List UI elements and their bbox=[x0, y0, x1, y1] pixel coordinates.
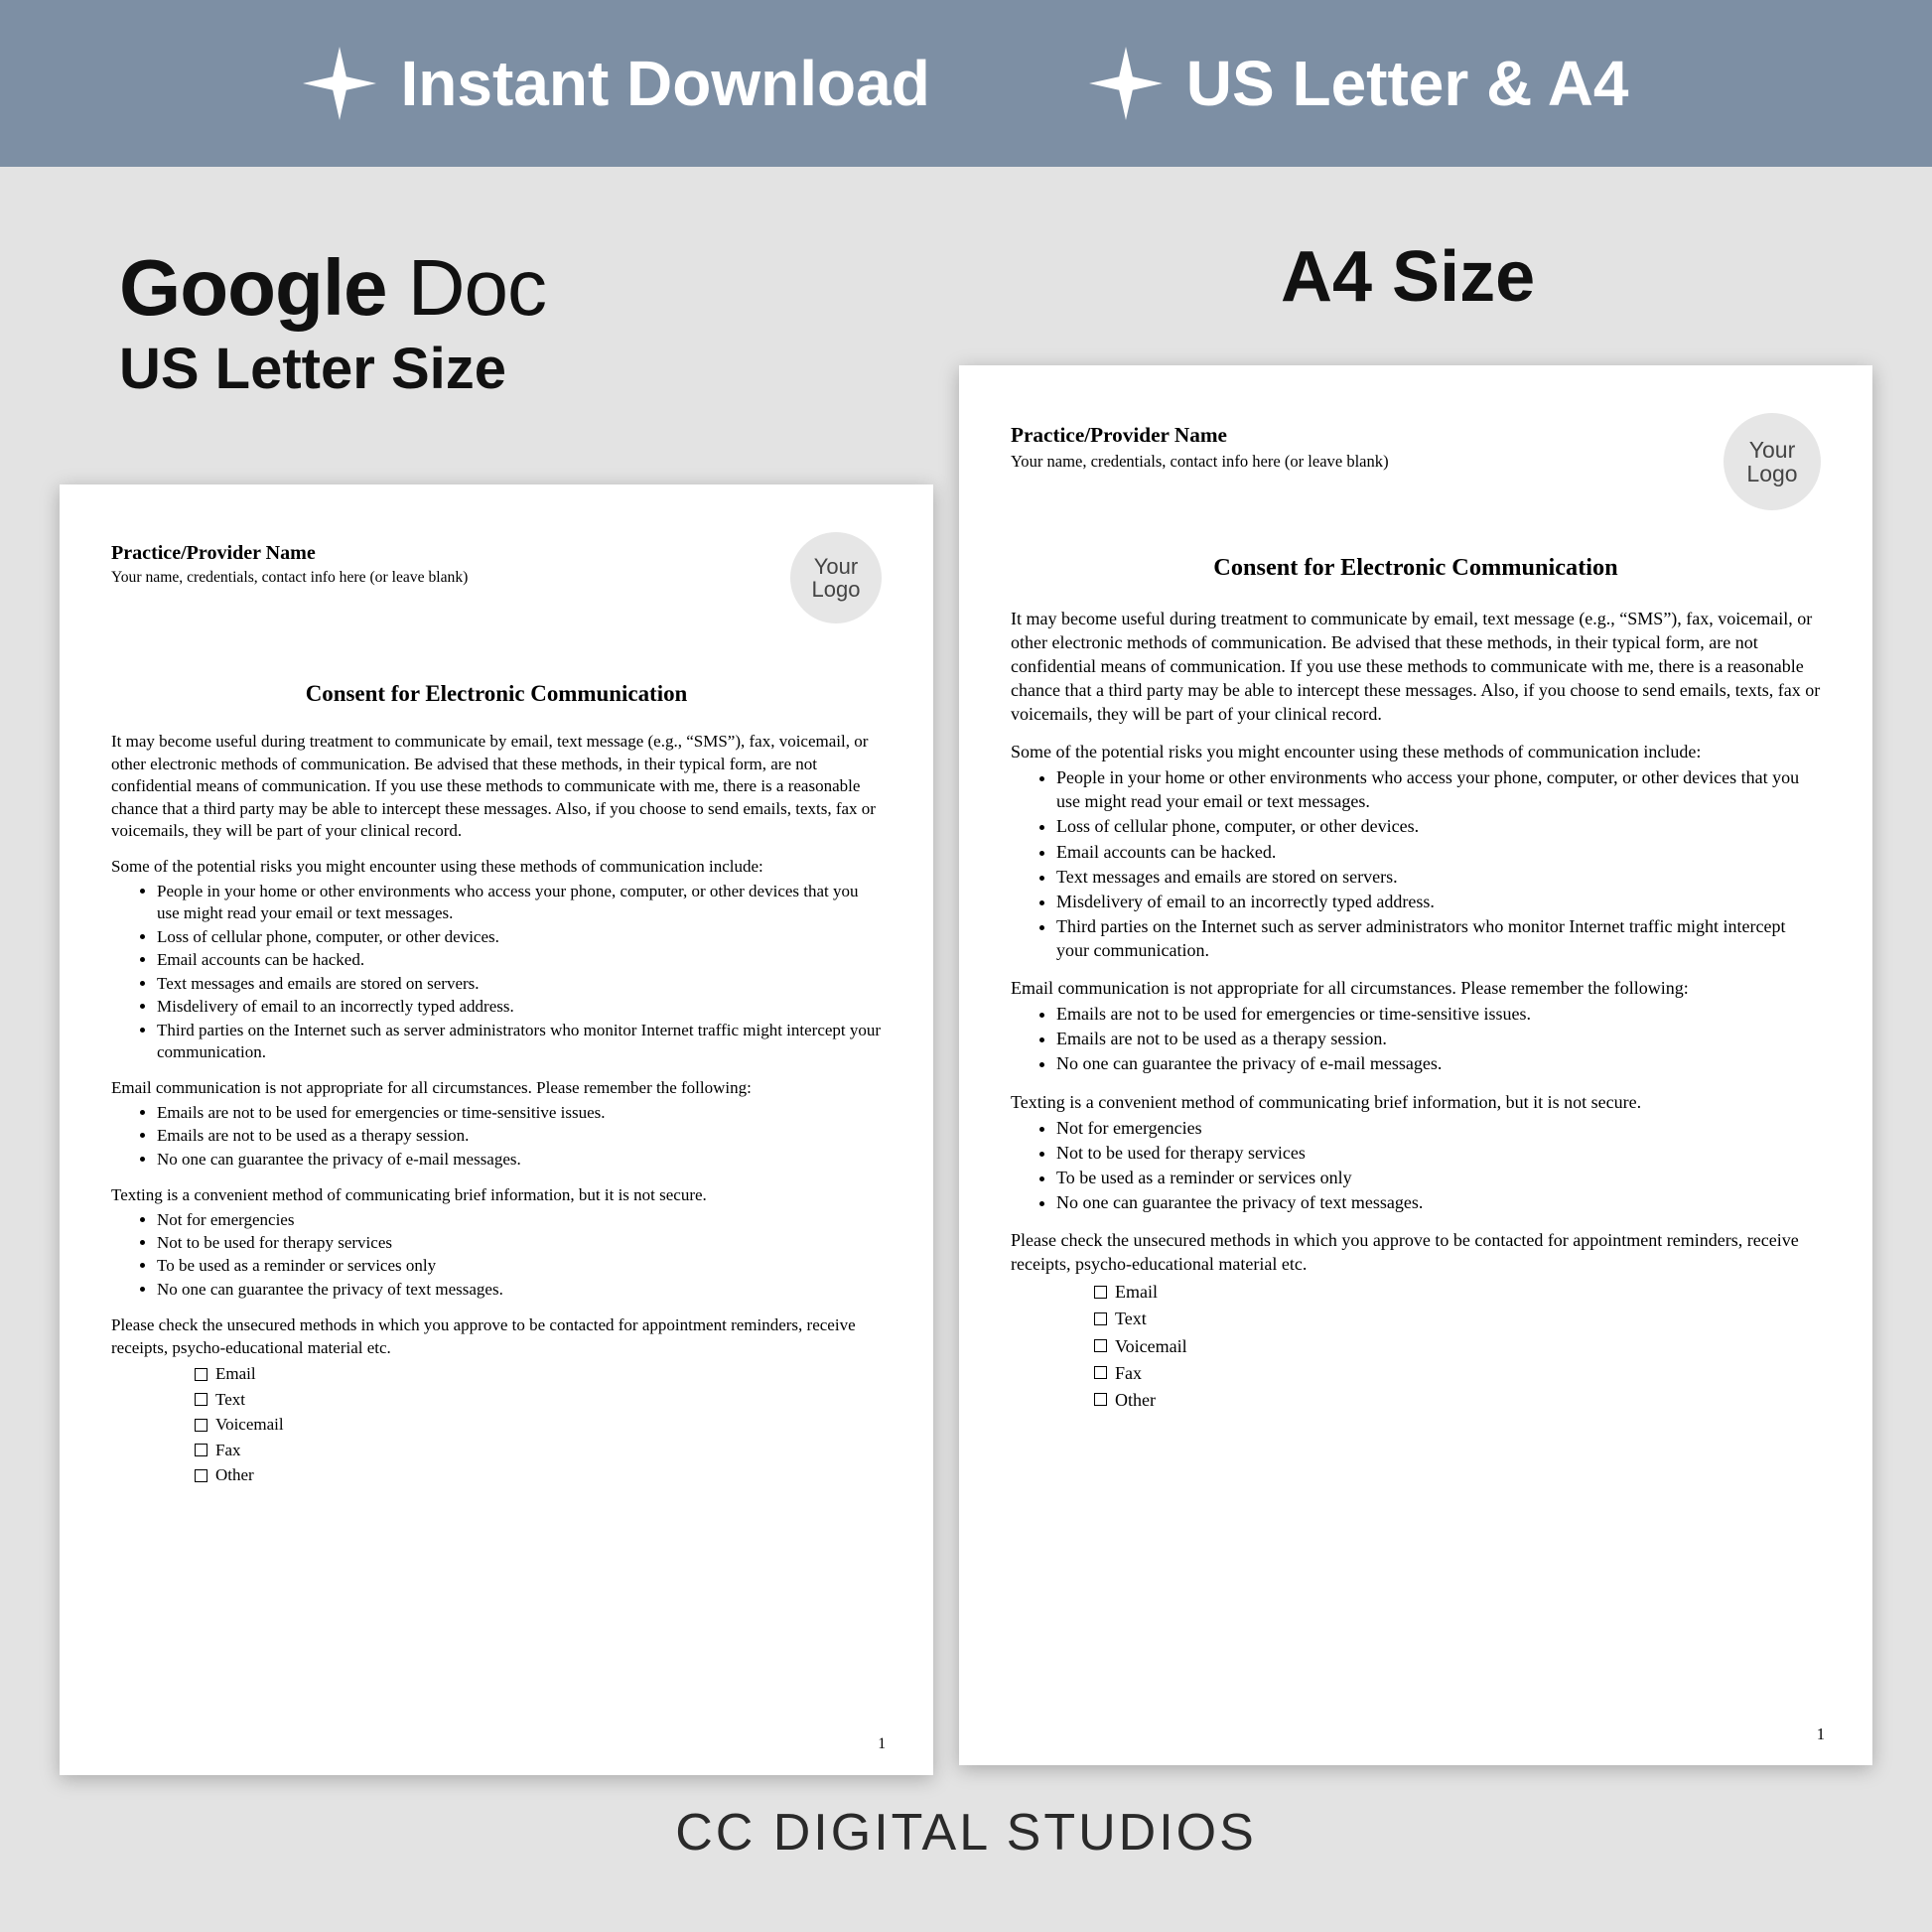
list-item: Not for emergencies bbox=[1056, 1116, 1821, 1140]
page-number: 1 bbox=[878, 1734, 886, 1755]
list-item: To be used as a reminder or services onl… bbox=[1056, 1166, 1821, 1189]
heading-google-light: Doc bbox=[387, 243, 547, 332]
list-item: Loss of cellular phone, computer, or oth… bbox=[1056, 814, 1821, 838]
list-item: To be used as a reminder or services onl… bbox=[157, 1255, 882, 1277]
checkbox-label: Text bbox=[1115, 1307, 1147, 1330]
email-notes-list: Emails are not to be used for emergencie… bbox=[111, 1102, 882, 1171]
practice-name: Practice/Provider Name bbox=[111, 540, 468, 566]
list-item: Third parties on the Internet such as se… bbox=[1056, 914, 1821, 962]
feature-banner: Instant Download US Letter & A4 bbox=[0, 0, 1932, 167]
sparkle-icon bbox=[303, 47, 376, 120]
list-item: Not to be used for therapy services bbox=[1056, 1141, 1821, 1165]
banner-item-download: Instant Download bbox=[303, 47, 929, 120]
list-item: Email accounts can be hacked. bbox=[1056, 840, 1821, 864]
text-lead: Texting is a convenient method of commun… bbox=[111, 1184, 882, 1206]
email-notes-list: Emails are not to be used for emergencie… bbox=[1011, 1002, 1821, 1075]
page-number: 1 bbox=[1817, 1724, 1825, 1745]
list-item: Misdelivery of email to an incorrectly t… bbox=[157, 996, 882, 1018]
heading-us-letter: US Letter Size bbox=[119, 336, 546, 402]
banner-text-sizes: US Letter & A4 bbox=[1186, 47, 1629, 120]
checkbox-label: Email bbox=[1115, 1280, 1158, 1304]
document-preview-a4: Practice/Provider Name Your name, creden… bbox=[959, 365, 1872, 1765]
practice-subtitle: Your name, credentials, contact info her… bbox=[1011, 451, 1389, 473]
practice-subtitle: Your name, credentials, contact info her… bbox=[111, 568, 468, 589]
banner-text-download: Instant Download bbox=[400, 47, 929, 120]
checkbox-icon[interactable] bbox=[195, 1368, 207, 1381]
intro-paragraph: It may become useful during treatment to… bbox=[111, 731, 882, 842]
checkbox-label: Text bbox=[215, 1389, 245, 1411]
checkbox-label: Other bbox=[215, 1464, 254, 1486]
checkbox-label: Voicemail bbox=[1115, 1334, 1187, 1358]
checkbox-icon[interactable] bbox=[195, 1469, 207, 1482]
email-lead: Email communication is not appropriate f… bbox=[111, 1077, 882, 1099]
list-item: Text messages and emails are stored on s… bbox=[157, 973, 882, 995]
list-item: Not to be used for therapy services bbox=[157, 1232, 882, 1254]
checkbox-list: Email Text Voicemail Fax Other bbox=[111, 1363, 882, 1486]
checkbox-icon[interactable] bbox=[1094, 1393, 1107, 1406]
sparkle-icon bbox=[1089, 47, 1163, 120]
banner-item-sizes: US Letter & A4 bbox=[1089, 47, 1629, 120]
risks-lead: Some of the potential risks you might en… bbox=[1011, 740, 1821, 763]
risks-lead: Some of the potential risks you might en… bbox=[111, 856, 882, 878]
list-item: Emails are not to be used for emergencie… bbox=[157, 1102, 882, 1124]
document-title: Consent for Electronic Communication bbox=[111, 679, 882, 709]
approve-lead: Please check the unsecured methods in wh… bbox=[111, 1314, 882, 1359]
risks-list: People in your home or other environment… bbox=[1011, 765, 1821, 962]
checkbox-icon[interactable] bbox=[195, 1444, 207, 1456]
checkbox-icon[interactable] bbox=[1094, 1366, 1107, 1379]
checkbox-label: Fax bbox=[1115, 1361, 1142, 1385]
list-item: No one can guarantee the privacy of text… bbox=[157, 1279, 882, 1301]
brand-footer: CC DIGITAL STUDIOS bbox=[0, 1803, 1932, 1863]
checkbox-label: Other bbox=[1115, 1388, 1156, 1412]
list-item: Email accounts can be hacked. bbox=[157, 949, 882, 971]
email-lead: Email communication is not appropriate f… bbox=[1011, 976, 1821, 1000]
checkbox-label: Voicemail bbox=[215, 1414, 284, 1436]
checkbox-list: Email Text Voicemail Fax Other bbox=[1011, 1280, 1821, 1412]
list-item: Emails are not to be used as a therapy s… bbox=[157, 1125, 882, 1147]
checkbox-label: Fax bbox=[215, 1440, 241, 1461]
list-item: Third parties on the Internet such as se… bbox=[157, 1020, 882, 1064]
list-item: No one can guarantee the privacy of e-ma… bbox=[1056, 1051, 1821, 1075]
heading-google-doc: Google Doc US Letter Size bbox=[119, 242, 546, 402]
text-notes-list: Not for emergencies Not to be used for t… bbox=[1011, 1116, 1821, 1214]
list-item: Text messages and emails are stored on s… bbox=[1056, 865, 1821, 889]
checkbox-icon[interactable] bbox=[195, 1393, 207, 1406]
logo-placeholder: Your Logo bbox=[1724, 413, 1821, 510]
approve-lead: Please check the unsecured methods in wh… bbox=[1011, 1228, 1821, 1276]
checkbox-icon[interactable] bbox=[1094, 1286, 1107, 1299]
text-lead: Texting is a convenient method of commun… bbox=[1011, 1090, 1821, 1114]
document-preview-us-letter: Practice/Provider Name Your name, creden… bbox=[60, 484, 933, 1775]
text-notes-list: Not for emergencies Not to be used for t… bbox=[111, 1209, 882, 1302]
list-item: No one can guarantee the privacy of text… bbox=[1056, 1190, 1821, 1214]
list-item: No one can guarantee the privacy of e-ma… bbox=[157, 1149, 882, 1171]
risks-list: People in your home or other environment… bbox=[111, 881, 882, 1064]
list-item: Misdelivery of email to an incorrectly t… bbox=[1056, 890, 1821, 913]
checkbox-icon[interactable] bbox=[1094, 1312, 1107, 1325]
intro-paragraph: It may become useful during treatment to… bbox=[1011, 607, 1821, 727]
list-item: People in your home or other environment… bbox=[1056, 765, 1821, 813]
list-item: Not for emergencies bbox=[157, 1209, 882, 1231]
checkbox-icon[interactable] bbox=[1094, 1339, 1107, 1352]
list-item: Loss of cellular phone, computer, or oth… bbox=[157, 926, 882, 948]
heading-a4: A4 Size bbox=[1281, 236, 1535, 318]
checkbox-label: Email bbox=[215, 1363, 256, 1385]
practice-name: Practice/Provider Name bbox=[1011, 421, 1389, 449]
list-item: Emails are not to be used for emergencie… bbox=[1056, 1002, 1821, 1026]
document-title: Consent for Electronic Communication bbox=[1011, 552, 1821, 585]
heading-google-bold: Google bbox=[119, 243, 387, 332]
logo-placeholder: Your Logo bbox=[790, 532, 882, 623]
list-item: Emails are not to be used as a therapy s… bbox=[1056, 1027, 1821, 1050]
list-item: People in your home or other environment… bbox=[157, 881, 882, 925]
checkbox-icon[interactable] bbox=[195, 1419, 207, 1432]
